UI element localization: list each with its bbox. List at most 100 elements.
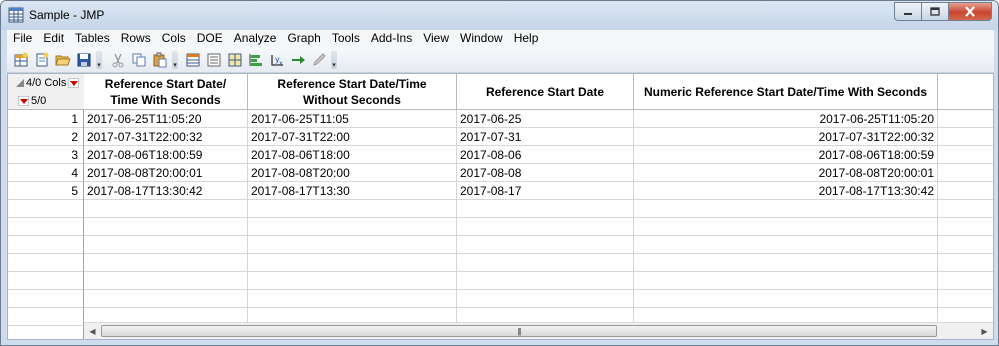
table-cell[interactable]: [248, 272, 457, 290]
formula-icon[interactable]: yx: [266, 51, 287, 70]
bar-chart-icon[interactable]: [245, 51, 266, 70]
table-cell[interactable]: [457, 272, 634, 290]
row-number[interactable]: 5: [8, 182, 83, 200]
row-number[interactable]: 2: [8, 128, 83, 146]
table-cell[interactable]: [634, 272, 938, 290]
menu-doe[interactable]: DOE: [191, 30, 228, 47]
menu-graph[interactable]: Graph: [281, 30, 325, 47]
row-number[interactable]: 1: [8, 110, 83, 128]
menu-analyze[interactable]: Analyze: [228, 30, 282, 47]
table-cell[interactable]: [938, 200, 993, 218]
table-cell[interactable]: 2017-08-08T20:00:01: [634, 164, 938, 182]
table-cell[interactable]: 2017-06-25T11:05:20: [84, 110, 248, 128]
table-cell[interactable]: [938, 218, 993, 236]
cut-icon[interactable]: [107, 51, 128, 70]
close-button[interactable]: [948, 2, 992, 21]
grid-icon[interactable]: [224, 51, 245, 70]
table-cell[interactable]: [248, 200, 457, 218]
table-cell[interactable]: [84, 272, 248, 290]
run-script-icon[interactable]: [287, 51, 308, 70]
table-cell[interactable]: [248, 218, 457, 236]
table-cell[interactable]: 2017-08-08: [457, 164, 634, 182]
scroll-thumb[interactable]: |||: [101, 325, 937, 337]
table-cell[interactable]: 2017-07-31T22:00:32: [84, 128, 248, 146]
table-cell[interactable]: [938, 290, 993, 308]
table-cell[interactable]: 2017-06-25: [457, 110, 634, 128]
new-data-table-icon[interactable]: [10, 51, 31, 70]
edit-icon[interactable]: [308, 51, 329, 70]
table-cell[interactable]: 2017-08-17T13:30:42: [84, 182, 248, 200]
menu-rows[interactable]: Rows: [115, 30, 156, 47]
table-cell[interactable]: [938, 236, 993, 254]
new-script-icon[interactable]: [31, 51, 52, 70]
minimize-button[interactable]: [894, 2, 921, 21]
table-cell[interactable]: [938, 146, 993, 164]
open-icon[interactable]: [52, 51, 73, 70]
table-cell[interactable]: [248, 254, 457, 272]
table-cell[interactable]: 2017-08-17: [457, 182, 634, 200]
table-cell[interactable]: 2017-06-25T11:05: [248, 110, 457, 128]
menu-file[interactable]: File: [7, 30, 37, 47]
table-cell[interactable]: [938, 128, 993, 146]
table-cell[interactable]: 2017-08-17T13:30: [248, 182, 457, 200]
table-cell[interactable]: 2017-08-06T18:00:59: [84, 146, 248, 164]
row-number[interactable]: [8, 218, 83, 236]
save-icon[interactable]: [73, 51, 94, 70]
rows-count[interactable]: 5/0: [16, 95, 46, 107]
maximize-button[interactable]: [921, 2, 948, 21]
table-cell[interactable]: [84, 236, 248, 254]
table-cell[interactable]: 2017-08-08T20:00:01: [84, 164, 248, 182]
toolbar-grip[interactable]: ▾: [331, 51, 337, 69]
row-number[interactable]: 3: [8, 146, 83, 164]
data-table-view-icon[interactable]: [182, 51, 203, 70]
table-cell[interactable]: [634, 254, 938, 272]
row-number[interactable]: [8, 200, 83, 218]
table-cell[interactable]: [634, 218, 938, 236]
menu-view[interactable]: View: [417, 30, 454, 47]
table-cell[interactable]: [457, 218, 634, 236]
column-header-3[interactable]: Reference Start Date: [457, 74, 634, 110]
menu-edit[interactable]: Edit: [37, 30, 69, 47]
row-number[interactable]: 4: [8, 164, 83, 182]
row-number[interactable]: [8, 290, 83, 308]
toolbar-grip[interactable]: ▾: [96, 51, 102, 69]
table-cell[interactable]: 2017-06-25T11:05:20: [634, 110, 938, 128]
table-cell[interactable]: [84, 218, 248, 236]
menu-tools[interactable]: Tools: [326, 30, 365, 47]
row-number[interactable]: [8, 254, 83, 272]
menu-window[interactable]: Window: [454, 30, 508, 47]
table-cell[interactable]: [938, 182, 993, 200]
table-cell[interactable]: [634, 236, 938, 254]
table-cell[interactable]: [457, 200, 634, 218]
rows-menu-icon[interactable]: [18, 96, 29, 106]
table-cell[interactable]: [248, 236, 457, 254]
table-cell[interactable]: [457, 254, 634, 272]
scroll-right-icon[interactable]: ▶: [976, 323, 993, 339]
menu-cols[interactable]: Cols: [156, 30, 191, 47]
column-header-1[interactable]: Reference Start Date/Time With Seconds: [84, 74, 248, 110]
copy-icon[interactable]: [128, 51, 149, 70]
row-number[interactable]: [8, 308, 83, 326]
table-cell[interactable]: [938, 272, 993, 290]
cols-menu-icon[interactable]: [68, 78, 80, 88]
table-cell[interactable]: [938, 110, 993, 128]
menu-help[interactable]: Help: [508, 30, 544, 47]
paste-icon[interactable]: [149, 51, 170, 70]
row-number[interactable]: [8, 236, 83, 254]
horizontal-scrollbar[interactable]: ◀ ||| ▶: [84, 322, 993, 339]
empty-column-header[interactable]: [938, 74, 993, 110]
table-cell[interactable]: 2017-08-06T18:00: [248, 146, 457, 164]
table-cell[interactable]: [84, 254, 248, 272]
column-header-2[interactable]: Reference Start Date/Time Without Seconds: [248, 74, 457, 110]
table-cell[interactable]: [938, 164, 993, 182]
row-number[interactable]: [8, 272, 83, 290]
table-cell[interactable]: [84, 200, 248, 218]
scroll-left-icon[interactable]: ◀: [84, 323, 101, 339]
table-cell[interactable]: 2017-08-08T20:00: [248, 164, 457, 182]
menu-tables[interactable]: Tables: [69, 30, 115, 47]
table-cell[interactable]: 2017-07-31: [457, 128, 634, 146]
table-cell[interactable]: 2017-07-31T22:00:32: [634, 128, 938, 146]
cols-count[interactable]: 4/0 Cols: [16, 77, 81, 89]
table-cell[interactable]: [248, 290, 457, 308]
table-cell[interactable]: 2017-08-17T13:30:42: [634, 182, 938, 200]
